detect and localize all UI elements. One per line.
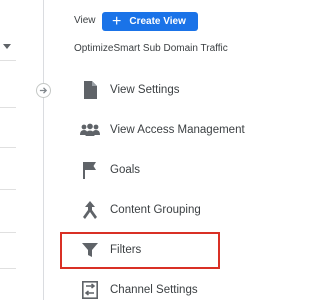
channel-settings-icon [80, 280, 100, 300]
arrow-right-icon [39, 87, 48, 94]
menu-item-goals[interactable]: Goals [60, 150, 245, 190]
column-divider [43, 0, 44, 300]
document-icon [80, 80, 100, 100]
people-icon [80, 120, 100, 140]
menu-item-filters[interactable]: Filters [60, 230, 245, 270]
create-view-button[interactable]: + Create View [102, 12, 198, 31]
menu-item-label: Goals [110, 164, 141, 176]
menu-item-view-access-management[interactable]: View Access Management [60, 110, 245, 150]
menu-item-label: Content Grouping [110, 204, 201, 216]
divider [0, 107, 16, 108]
filter-icon [80, 240, 100, 260]
menu-item-label: Channel Settings [110, 284, 198, 296]
divider [0, 147, 16, 148]
view-column-label: View [74, 15, 96, 26]
menu-item-view-settings[interactable]: View Settings [60, 70, 245, 110]
view-menu: View Settings View Access Management Goa… [60, 70, 245, 300]
dropdown-caret-icon[interactable] [3, 44, 11, 49]
move-arrow-button[interactable] [36, 83, 51, 98]
menu-item-label: Filters [110, 244, 142, 256]
divider [0, 60, 16, 61]
content-grouping-icon [80, 200, 100, 220]
view-selector[interactable]: OptimizeSmart Sub Domain Traffic [74, 43, 228, 54]
divider [0, 232, 16, 233]
menu-item-label: View Settings [110, 84, 180, 96]
flag-icon [80, 160, 100, 180]
property-column-edge [0, 0, 22, 300]
menu-item-label: View Access Management [110, 124, 245, 136]
plus-icon: + [112, 12, 122, 30]
divider [0, 189, 16, 190]
create-view-label: Create View [129, 16, 186, 27]
divider [0, 268, 16, 269]
menu-item-channel-settings[interactable]: Channel Settings [60, 270, 245, 300]
menu-item-content-grouping[interactable]: Content Grouping [60, 190, 245, 230]
